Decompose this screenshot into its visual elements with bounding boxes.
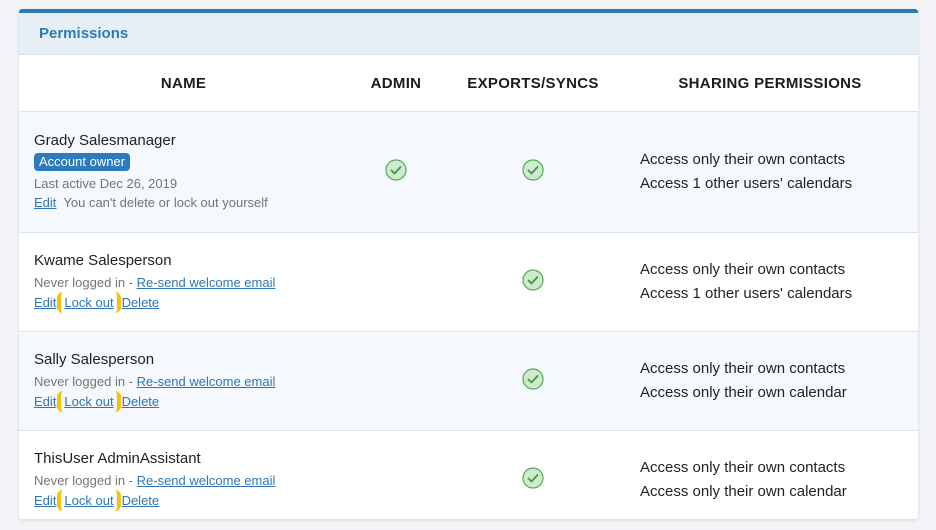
user-name: Sally Salesperson [34,350,155,368]
self-note: You can't delete or lock out yourself [63,195,268,210]
row-actions: Edit Lock out Delete [34,489,348,511]
check-circle-icon [522,158,544,181]
table-header-row: NAME ADMIN EXPORTS/SYNCS SHARING PERMISS… [19,55,918,112]
exports-cell [443,331,623,431]
column-header-exports[interactable]: EXPORTS/SYNCS [443,55,623,112]
permissions-table: NAME ADMIN EXPORTS/SYNCS SHARING PERMISS… [19,55,918,519]
table-row: Grady Salesmanager Account owner Last ac… [19,111,918,233]
user-name: Kwame Salesperson [34,251,172,269]
edit-link[interactable]: Edit [34,493,56,508]
user-name: Grady Salesmanager [34,132,176,149]
lock-out-link[interactable]: Lock out [64,394,113,409]
admin-cell [349,111,443,233]
lock-out-highlight: Lock out [57,291,121,313]
login-status-text: Never logged in - [34,274,133,290]
sharing-cell: Access only their own contacts Access 1 … [623,232,918,332]
check-circle-icon [522,367,544,390]
login-status-text: Never logged in - [34,472,133,488]
table-row: Sally Salesperson Never logged in - Re-s… [19,331,918,431]
lock-out-highlight: Lock out [57,390,121,412]
table-row: Kwame Salesperson Never logged in - Re-s… [19,232,918,332]
sharing-contacts: Access only their own contacts [640,360,846,377]
exports-cell [443,111,623,233]
sharing-calendars: Access 1 other users' calendars [640,285,853,302]
lock-out-link[interactable]: Lock out [64,493,113,508]
sharing-contacts: Access only their own contacts [640,459,846,476]
column-header-admin[interactable]: ADMIN [349,55,443,112]
resend-welcome-link[interactable]: Re-send welcome email [137,275,276,290]
row-actions: Edit You can't delete or lock out yourse… [34,193,348,212]
edit-link[interactable]: Edit [34,195,56,210]
sharing-cell: Access only their own contacts Access on… [623,430,918,519]
user-cell: ThisUser AdminAssistant Never logged in … [19,430,349,519]
sharing-contacts: Access only their own contacts [640,151,846,168]
lock-out-link[interactable]: Lock out [64,295,113,310]
sharing-calendars: Access 1 other users' calendars [640,175,853,192]
admin-cell [349,331,443,431]
column-header-sharing[interactable]: SHARING PERMISSIONS [623,55,918,112]
delete-link[interactable]: Delete [122,394,160,409]
permissions-panel: Permissions NAME ADMIN EXPORTS/SYNCS SHA… [19,9,918,519]
exports-cell [443,430,623,519]
login-status-text: Never logged in - [34,373,133,389]
sharing-cell: Access only their own contacts Access 1 … [623,111,918,233]
lock-out-highlight: Lock out [57,489,121,511]
user-cell: Grady Salesmanager Account owner Last ac… [19,111,349,233]
resend-welcome-link[interactable]: Re-send welcome email [137,374,276,389]
check-circle-icon [522,268,544,291]
login-status: Never logged in - Re-send welcome email [34,471,348,490]
panel-header: Permissions [19,13,918,55]
column-header-name[interactable]: NAME [19,55,349,112]
row-actions: Edit Lock out Delete [34,390,348,412]
exports-cell [443,232,623,332]
account-owner-badge: Account owner [34,153,130,171]
table-row: ThisUser AdminAssistant Never logged in … [19,430,918,519]
sharing-cell: Access only their own contacts Access on… [623,331,918,431]
user-cell: Kwame Salesperson Never logged in - Re-s… [19,232,349,332]
check-circle-icon [522,466,544,489]
panel-title: Permissions [39,25,129,42]
login-status: Never logged in - Re-send welcome email [34,273,348,292]
user-name: ThisUser AdminAssistant [34,449,201,467]
check-circle-icon [385,158,407,181]
delete-link[interactable]: Delete [122,295,160,310]
delete-link[interactable]: Delete [122,493,160,508]
admin-cell [349,430,443,519]
user-cell: Sally Salesperson Never logged in - Re-s… [19,331,349,431]
resend-welcome-link[interactable]: Re-send welcome email [137,473,276,488]
edit-link[interactable]: Edit [34,295,56,310]
sharing-calendars: Access only their own calendar [640,384,847,401]
sharing-contacts: Access only their own contacts [640,261,846,278]
login-status: Never logged in - Re-send welcome email [34,372,348,391]
last-active-text: Last active Dec 26, 2019 [34,176,178,191]
edit-link[interactable]: Edit [34,394,56,409]
sharing-calendars: Access only their own calendar [640,483,847,500]
row-actions: Edit Lock out Delete [34,291,348,313]
admin-cell [349,232,443,332]
